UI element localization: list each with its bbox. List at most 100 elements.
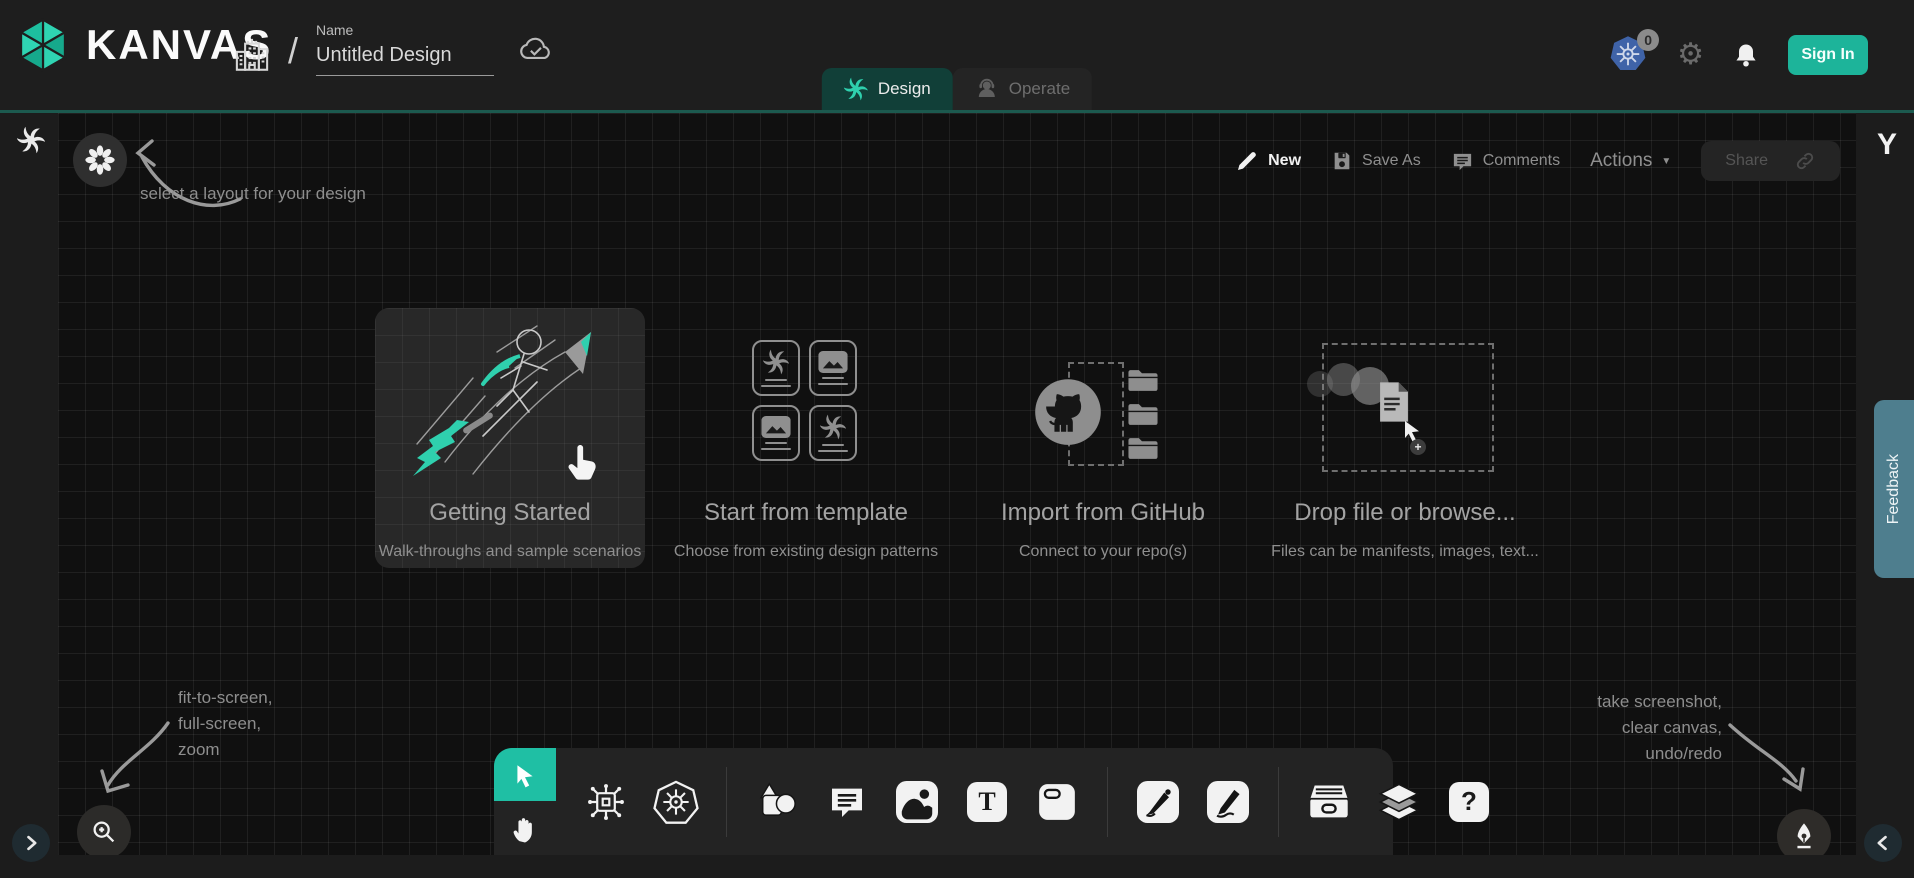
dropzone-card-subtitle: Files can be manifests, images, text... [1271, 543, 1539, 561]
template-tile-pinwheel [752, 340, 800, 396]
pan-hand-tool-button[interactable] [494, 801, 556, 855]
comment-tool[interactable] [824, 779, 870, 825]
template-card-subtitle: Choose from existing design patterns [674, 543, 938, 561]
kanvas-app: KANVAS / Name Design Oper [0, 0, 1914, 878]
operate-headset-icon [975, 77, 999, 101]
header-actions: 0 ⚙ Sign In [1609, 0, 1868, 110]
actions-label: Actions [1590, 150, 1652, 172]
header-divider [0, 110, 1914, 113]
comments-button[interactable]: Comments [1451, 150, 1560, 173]
pen-tool[interactable] [1135, 779, 1181, 825]
dropzone-card-title[interactable]: Drop file or browse... [1294, 499, 1515, 527]
chip-node-tool[interactable] [583, 779, 629, 825]
flower-icon [85, 145, 115, 175]
github-card-subtitle: Connect to your repo(s) [1019, 543, 1187, 561]
workspace-logo-y[interactable]: Y [1877, 128, 1897, 162]
share-label: Share [1725, 152, 1768, 170]
repo-folder-icon [1126, 366, 1160, 393]
feedback-tab-label: Feedback [1885, 454, 1903, 524]
pointer-hand-cursor [563, 440, 609, 486]
canvas-hint-line: take screenshot, [1522, 689, 1722, 715]
new-button[interactable]: New [1235, 149, 1301, 173]
zoom-hint-line: full-screen, [178, 711, 272, 737]
template-tile-image [809, 340, 857, 396]
tab-design[interactable]: Design [822, 68, 953, 110]
notifications-bell-icon[interactable] [1732, 41, 1760, 69]
organization-icon[interactable] [230, 34, 274, 78]
template-tile-image [752, 405, 800, 461]
body-frame: Y Feedback [0, 113, 1914, 878]
sticky-note-tool[interactable] [1034, 779, 1080, 825]
settings-gear-icon[interactable]: ⚙ [1677, 40, 1704, 70]
template-card[interactable] [752, 340, 857, 461]
getting-started-title: Getting Started [429, 499, 590, 527]
pencil-icon [1235, 149, 1259, 173]
name-field-label: Name [316, 22, 494, 38]
expand-right-panel-button[interactable] [1864, 824, 1902, 862]
plus-badge: + [1410, 439, 1426, 455]
zoom-hint-text: fit-to-screen, full-screen, zoom [178, 685, 272, 763]
share-button[interactable]: Share [1701, 141, 1840, 181]
help-tool-glyph: ? [1449, 782, 1489, 822]
canvas-toolbar: New Save As Comments Actions ▼ [1235, 141, 1840, 181]
breadcrumb-separator: / [288, 30, 298, 72]
sign-in-button[interactable]: Sign In [1788, 35, 1868, 75]
actions-dropdown[interactable]: Actions ▼ [1590, 150, 1671, 172]
layers-tool[interactable] [1376, 779, 1422, 825]
canvas-hint-line: clear canvas, [1522, 715, 1722, 741]
floppy-disk-icon [1331, 150, 1353, 172]
design-name-block: Name [316, 22, 494, 76]
text-tool-glyph: T [967, 782, 1007, 822]
github-card-title[interactable]: Import from GitHub [1001, 499, 1205, 527]
template-tile-pinwheel [809, 405, 857, 461]
tab-operate[interactable]: Operate [953, 68, 1092, 110]
drawer-archive-tool[interactable] [1306, 779, 1352, 825]
tab-operate-label: Operate [1009, 79, 1070, 99]
comments-label: Comments [1483, 152, 1560, 170]
select-tool-button[interactable] [494, 748, 556, 801]
zoom-hint-line: fit-to-screen, [178, 685, 272, 711]
mode-tabs: Design Operate [822, 68, 1092, 110]
comment-bubble-icon [1451, 150, 1474, 173]
text-tool[interactable]: T [964, 779, 1010, 825]
share-link-icon [1794, 150, 1816, 172]
zoom-controls-button[interactable] [77, 805, 131, 855]
pencil-tool[interactable] [1205, 779, 1251, 825]
toolbar-groups: T [556, 748, 1393, 855]
sidebar-pinwheel-icon[interactable] [17, 126, 45, 154]
shapes-tool[interactable] [754, 779, 800, 825]
canvas-hint-line: undo/redo [1522, 741, 1722, 767]
design-pinwheel-icon [844, 77, 868, 101]
toolbar-group-library: ? [1278, 767, 1519, 837]
cloud-sync-icon[interactable] [516, 30, 554, 68]
kubernetes-tool[interactable] [653, 779, 699, 825]
file-document-icon [1377, 381, 1410, 423]
image-tool[interactable] [894, 779, 940, 825]
layout-hint-text: select a layout for your design [140, 181, 366, 207]
github-octocat-icon[interactable] [1033, 377, 1103, 447]
expand-left-panel-button[interactable] [12, 824, 50, 862]
help-tool[interactable]: ? [1446, 779, 1492, 825]
tab-design-label: Design [878, 79, 931, 99]
repo-folder-icon [1126, 434, 1160, 461]
bottom-toolbar: T [494, 748, 1393, 855]
credits-indicator[interactable]: 0 [1609, 35, 1649, 75]
app-header: KANVAS / Name Design Oper [0, 0, 1914, 110]
getting-started-subtitle: Walk-throughs and sample scenarios [379, 543, 642, 561]
toolbar-group-content: T [726, 767, 1107, 837]
toolbar-group-infra [556, 767, 726, 837]
save-as-button[interactable]: Save As [1331, 150, 1421, 172]
feedback-tab[interactable]: Feedback [1874, 400, 1914, 578]
template-card-title[interactable]: Start from template [704, 499, 908, 527]
repo-folder-icon [1126, 400, 1160, 427]
canvas-hint-text: take screenshot, clear canvas, undo/redo [1522, 689, 1722, 767]
getting-started-card[interactable] [375, 308, 645, 568]
save-as-label: Save As [1362, 152, 1421, 170]
canvas-actions-button[interactable] [1777, 809, 1831, 855]
layout-picker-button[interactable] [73, 133, 127, 187]
chevron-down-icon: ▼ [1661, 156, 1671, 167]
design-canvas[interactable]: select a layout for your design New Save… [58, 113, 1856, 855]
design-name-input[interactable] [316, 42, 494, 76]
toolbar-group-draw [1107, 767, 1278, 837]
kanvas-logo-icon [14, 16, 72, 74]
